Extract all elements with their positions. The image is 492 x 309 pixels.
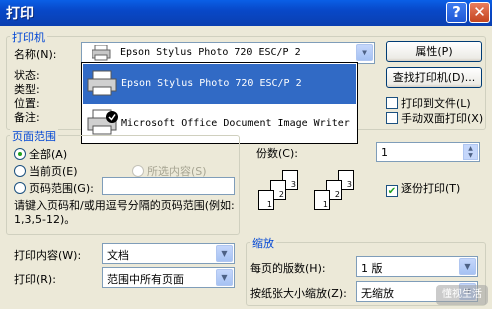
page-range-input[interactable] bbox=[102, 177, 235, 195]
chevron-down-icon[interactable]: ▼ bbox=[356, 44, 373, 61]
page-range-hint: 请键入页码和/或用逗号分隔的页码范围(例如: 1,3,5-12)。 bbox=[14, 199, 235, 226]
printer-option-epson[interactable]: Epson Stylus Photo 720 ESC/P 2 bbox=[83, 64, 356, 104]
page-range-title: 页面范围 bbox=[10, 128, 58, 144]
printer-group-title: 打印机 bbox=[10, 29, 47, 45]
printer-name-select[interactable]: Epson Stylus Photo 720 ESC/P 2 ▼ bbox=[81, 42, 375, 64]
close-button[interactable]: ✕ bbox=[469, 2, 490, 23]
copies-input[interactable]: 1 ▲ ▼ bbox=[376, 142, 480, 162]
manual-duplex-checkbox[interactable] bbox=[386, 112, 398, 124]
printer-name-value: Epson Stylus Photo 720 ESC/P 2 bbox=[120, 47, 301, 58]
comment-label: 备注: bbox=[14, 111, 40, 124]
properties-button[interactable]: 属性(P) bbox=[386, 41, 482, 62]
print-what-label: 打印内容(W): bbox=[14, 249, 82, 262]
chevron-down-icon[interactable]: ▼ bbox=[216, 245, 233, 262]
printer-dropdown-list: Epson Stylus Photo 720 ESC/P 2 Microsoft… bbox=[81, 62, 358, 144]
range-current-option[interactable]: 当前页(E) bbox=[14, 163, 78, 179]
title-bar: 打印 ? ✕ bbox=[0, 0, 492, 26]
pages-per-sheet-label: 每页的版数(H): bbox=[250, 262, 326, 275]
print-what-select[interactable]: 文档 ▼ bbox=[102, 243, 235, 264]
page-icon: 1 bbox=[258, 190, 274, 210]
collate-checkbox[interactable]: ✔ bbox=[386, 185, 398, 197]
collate-option[interactable]: ✔ 逐份打印(T) bbox=[386, 180, 460, 197]
scale-label: 按纸张大小缩放(Z): bbox=[250, 287, 347, 300]
page-icon: 1 bbox=[314, 190, 330, 210]
chevron-down-icon[interactable]: ▼ bbox=[216, 269, 233, 286]
printer-name-label: 名称(N): bbox=[14, 48, 57, 61]
range-current-radio[interactable] bbox=[14, 165, 26, 177]
copies-label: 份数(C): bbox=[256, 147, 298, 160]
range-all-option[interactable]: 全部(A) bbox=[14, 146, 67, 162]
printer-icon bbox=[92, 45, 111, 61]
range-selection-radio bbox=[132, 165, 144, 177]
print-to-file-option[interactable]: 打印到文件(L) bbox=[386, 95, 471, 111]
print-to-file-checkbox[interactable] bbox=[386, 97, 398, 109]
spinner-icon[interactable]: ▲ ▼ bbox=[463, 144, 478, 160]
collate-pages-illustration: 3 2 1 3 2 1 bbox=[258, 170, 368, 220]
watermark-logo: 懂视生活 bbox=[436, 285, 488, 305]
printer-icon bbox=[87, 70, 117, 96]
help-button[interactable]: ? bbox=[446, 2, 467, 23]
range-pages-option[interactable]: 页码范围(G): bbox=[14, 180, 94, 196]
find-printer-button[interactable]: 查找打印机(D)... bbox=[386, 67, 482, 88]
window-title: 打印 bbox=[6, 6, 34, 22]
chevron-down-icon[interactable]: ▼ bbox=[459, 258, 476, 275]
range-pages-radio[interactable] bbox=[14, 182, 26, 194]
print-select[interactable]: 范围中所有页面 ▼ bbox=[102, 267, 235, 288]
pages-per-sheet-select[interactable]: 1 版 ▼ bbox=[356, 256, 478, 277]
print-label: 打印(R): bbox=[14, 273, 56, 286]
zoom-group-title: 缩放 bbox=[250, 235, 276, 251]
manual-duplex-option[interactable]: 手动双面打印(X) bbox=[386, 110, 483, 126]
range-all-radio[interactable] bbox=[14, 148, 26, 160]
